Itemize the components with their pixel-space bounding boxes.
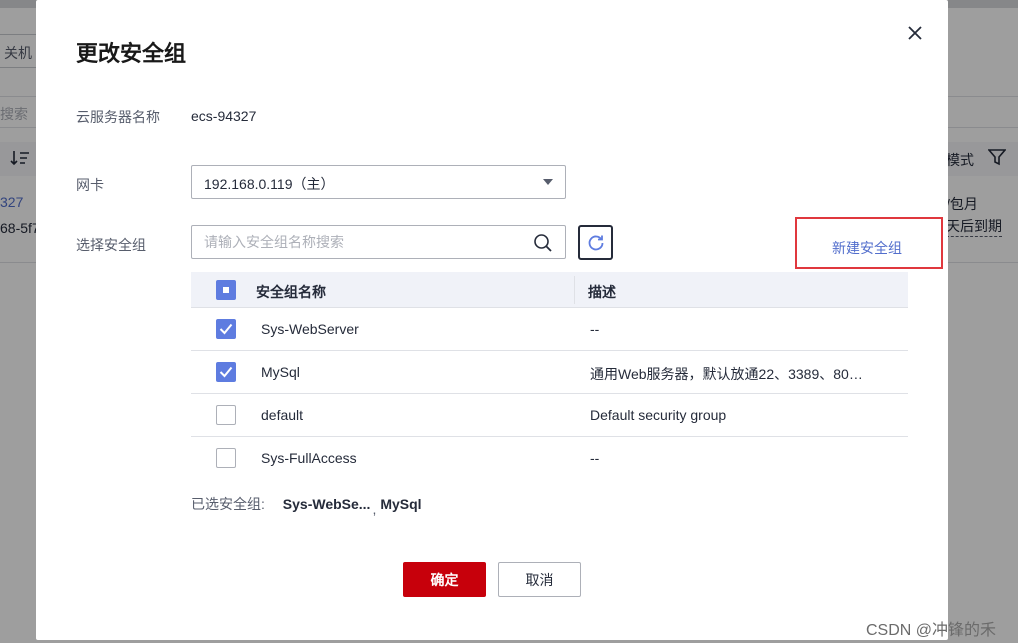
row-checkbox[interactable] — [216, 448, 236, 468]
security-group-search — [191, 225, 566, 259]
refresh-icon — [588, 235, 604, 251]
security-group-description: -- — [590, 450, 600, 466]
table-row[interactable]: MySql 通用Web服务器，默认放通22、3389、80… — [191, 351, 908, 394]
table-row[interactable]: Sys-FullAccess -- — [191, 437, 908, 480]
selected-item: Sys-WebSe... — [282, 496, 371, 512]
cancel-button[interactable]: 取消 — [498, 562, 581, 597]
close-icon[interactable] — [904, 22, 926, 44]
security-group-label: 选择安全组 — [76, 237, 146, 253]
table-row[interactable]: Sys-WebServer -- — [191, 308, 908, 351]
partial-check-icon — [223, 287, 229, 293]
row-checkbox[interactable] — [216, 405, 236, 425]
table-row[interactable]: default Default security group — [191, 394, 908, 437]
refresh-button[interactable] — [578, 225, 613, 260]
confirm-button[interactable]: 确定 — [403, 562, 486, 597]
dialog-title: 更改安全组 — [76, 41, 187, 66]
search-icon[interactable] — [533, 233, 553, 258]
selected-separator: , — [372, 501, 377, 517]
security-group-name: MySql — [261, 364, 300, 380]
server-name-label: 云服务器名称 — [76, 109, 160, 125]
security-group-description: Default security group — [590, 407, 727, 423]
security-group-search-input[interactable] — [192, 226, 512, 258]
chevron-down-icon — [543, 179, 553, 185]
security-group-description: 通用Web服务器，默认放通22、3389、80… — [590, 366, 863, 382]
row-checkbox[interactable] — [216, 319, 236, 339]
security-group-name: default — [261, 407, 304, 423]
row-checkbox[interactable] — [216, 362, 236, 382]
table-header: 安全组名称 描述 — [191, 272, 908, 308]
selected-security-groups: 已选安全组: Sys-WebSe..., MySql — [191, 494, 422, 517]
new-security-group-link[interactable]: 新建安全组 — [832, 238, 902, 258]
column-divider — [574, 276, 575, 304]
check-icon — [219, 323, 233, 335]
server-name-value: ecs-94327 — [191, 108, 257, 124]
security-group-description: -- — [590, 321, 600, 337]
security-group-name: Sys-WebServer — [261, 321, 359, 337]
security-group-name: Sys-FullAccess — [261, 450, 357, 466]
selected-item: MySql — [380, 496, 422, 512]
nic-selected-value: 192.168.0.119（主） — [204, 176, 335, 192]
nic-select[interactable]: 192.168.0.119（主） — [191, 165, 566, 199]
selected-label: 已选安全组: — [191, 496, 265, 512]
security-group-table: 安全组名称 描述 Sys-WebServer -- MySql 通用Web服务器… — [191, 272, 908, 480]
column-header-description: 描述 — [588, 284, 616, 300]
check-icon — [219, 366, 233, 378]
watermark: CSDN @冲锋的禾 — [866, 622, 997, 639]
change-security-group-dialog: 更改安全组 云服务器名称 ecs-94327 网卡 192.168.0.119（… — [36, 0, 948, 640]
nic-label: 网卡 — [76, 177, 104, 193]
select-all-checkbox[interactable] — [216, 280, 236, 300]
column-header-name: 安全组名称 — [256, 284, 326, 300]
